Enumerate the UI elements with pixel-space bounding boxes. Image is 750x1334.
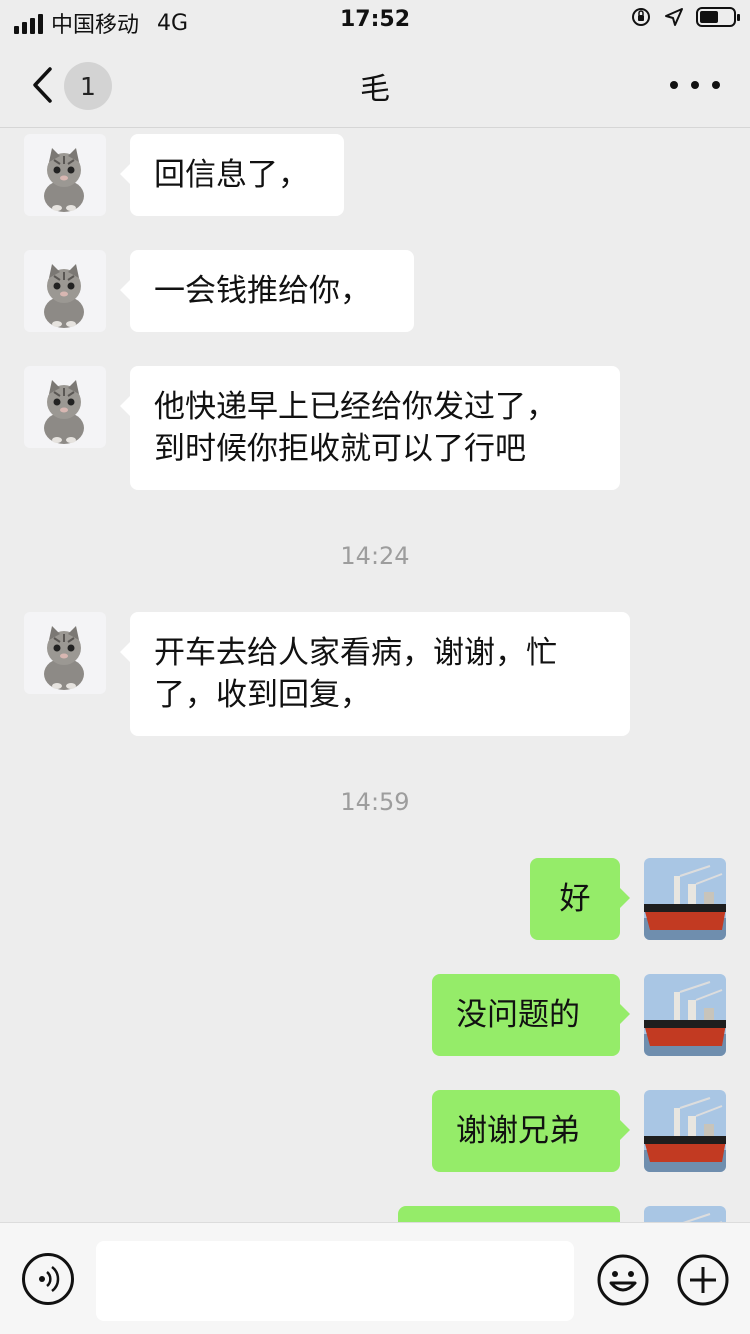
more-dots-icon [670, 81, 678, 89]
timestamp: 14:24 [340, 542, 410, 570]
message-bubble[interactable]: 开车去给人家看病，谢谢，忙 了，收到回复， [120, 612, 630, 736]
status-bar: 中国移动 4G 17:52 [0, 0, 750, 40]
status-right [630, 6, 740, 28]
message-text-line: 到时候你拒收就可以了行吧 [154, 431, 526, 467]
message-bubble[interactable]: 回信息了， [120, 134, 344, 216]
message-bubble[interactable]: 好 [530, 858, 630, 940]
location-icon [665, 8, 683, 26]
ship-avatar-icon[interactable] [644, 1090, 726, 1172]
message-text: 没问题的 [456, 997, 580, 1033]
message-text: 一会钱推给你， [154, 273, 371, 309]
message-text: 回信息了， [154, 157, 309, 193]
voice-icon [39, 1266, 60, 1292]
kitten-avatar-icon[interactable] [24, 250, 106, 332]
orientation-lock-icon [632, 8, 650, 26]
kitten-avatar-icon[interactable] [24, 134, 106, 216]
kitten-avatar-icon[interactable] [24, 612, 106, 694]
ship-avatar-icon[interactable] [644, 858, 726, 940]
message-bubble[interactable]: 他快递早上已经给你发过了， 到时候你拒收就可以了行吧 [120, 366, 620, 490]
timestamp: 14:59 [340, 788, 410, 816]
message-text-line: 他快递早上已经给你发过了， [154, 389, 557, 425]
plus-icon[interactable] [676, 1253, 730, 1307]
message-text-line: 开车去给人家看病，谢谢，忙 [154, 635, 557, 671]
battery-icon [696, 7, 740, 27]
input-bar [0, 1222, 750, 1334]
message-bubble[interactable] [398, 1206, 620, 1222]
message-list[interactable]: 回信息了， 一会钱推给你， 他快递早上已经给你发过了， 到时候你拒收就可以了行吧… [0, 128, 750, 1222]
message-input[interactable] [96, 1241, 574, 1321]
ship-avatar-icon[interactable] [644, 1206, 726, 1222]
message-text-line: 了，收到回复， [154, 677, 371, 713]
ship-avatar-icon[interactable] [644, 974, 726, 1056]
message-bubble[interactable]: 没问题的 [432, 974, 630, 1056]
kitten-avatar-icon[interactable] [24, 366, 106, 448]
chat-title: 毛 [360, 72, 390, 107]
more-button[interactable] [670, 70, 720, 100]
chat-header: 1 毛 [0, 40, 750, 128]
message-text: 好 [559, 881, 591, 917]
message-text: 谢谢兄弟 [456, 1113, 580, 1149]
message-bubble[interactable]: 谢谢兄弟 [432, 1090, 630, 1172]
emoji-icon[interactable] [596, 1253, 650, 1307]
message-bubble[interactable]: 一会钱推给你， [120, 250, 414, 332]
voice-button[interactable] [22, 1253, 74, 1305]
